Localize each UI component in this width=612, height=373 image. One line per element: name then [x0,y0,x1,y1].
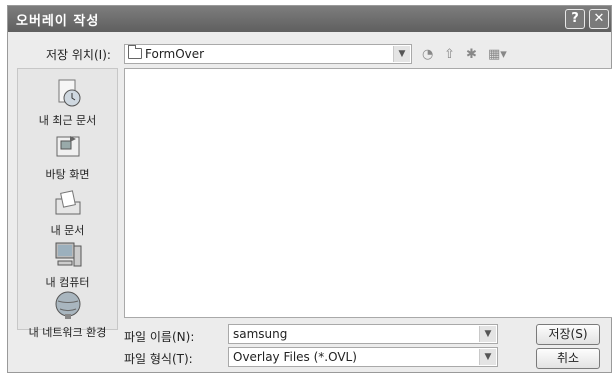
filename-input[interactable]: samsung ▼ [228,324,498,344]
place-network[interactable]: 내 네트워크 환경 [18,289,117,340]
places-bar: 내 최근 문서 바탕 화면 내 문서 내 컴퓨터 내 네트워크 환경 [17,68,118,339]
dialog-title: 오버레이 작성 [16,14,100,29]
chevron-down-icon[interactable]: ▼ [479,349,496,365]
chevron-down-icon[interactable]: ▼ [479,326,496,342]
place-recent-documents[interactable]: 내 최근 문서 [18,77,117,128]
place-label: 내 컴퓨터 [45,276,90,289]
network-icon [52,289,84,321]
place-label: 내 네트워크 환경 [28,326,107,339]
place-label: 내 최근 문서 [38,114,97,127]
filetype-select[interactable]: Overlay Files (*.OVL) ▼ [228,347,498,367]
save-location-select[interactable]: FormOver ▼ [124,44,412,64]
filename-label: 파일 이름(N): [124,330,195,344]
help-button[interactable]: ? [565,9,585,29]
cancel-button[interactable]: 취소 [536,348,600,369]
filetype-label: 파일 형식(T): [124,352,193,366]
place-label: 내 문서 [50,224,85,237]
save-location-label: 저장 위치(I): [46,48,111,62]
my-documents-icon [52,187,84,219]
back-icon[interactable]: ◔ [422,47,433,62]
place-desktop[interactable]: 바탕 화면 [18,131,117,182]
my-computer-icon [52,239,84,271]
save-location-value: FormOver [145,47,205,61]
place-my-computer[interactable]: 내 컴퓨터 [18,239,117,290]
filetype-value: Overlay Files (*.OVL) [233,350,357,364]
save-button[interactable]: 저장(S) [536,324,600,345]
view-menu-icon[interactable]: ▦▾ [488,47,507,62]
close-button[interactable]: ✕ [589,9,609,29]
recent-documents-icon [52,77,84,109]
place-label: 바탕 화면 [45,168,90,181]
chevron-down-icon[interactable]: ▼ [393,46,410,62]
save-dialog: 오버레이 작성 ? ✕ 저장 위치(I): FormOver ▼ ◔ ⇧ ✱ ▦… [7,5,612,373]
desktop-icon [52,131,84,163]
folder-icon [128,45,142,59]
new-folder-icon[interactable]: ✱ [466,47,477,62]
title-bar[interactable]: 오버레이 작성 ? ✕ [8,6,611,32]
place-my-documents[interactable]: 내 문서 [18,187,117,238]
file-list-view[interactable] [124,68,612,318]
up-folder-icon[interactable]: ⇧ [444,47,455,62]
filename-value: samsung [233,327,288,341]
